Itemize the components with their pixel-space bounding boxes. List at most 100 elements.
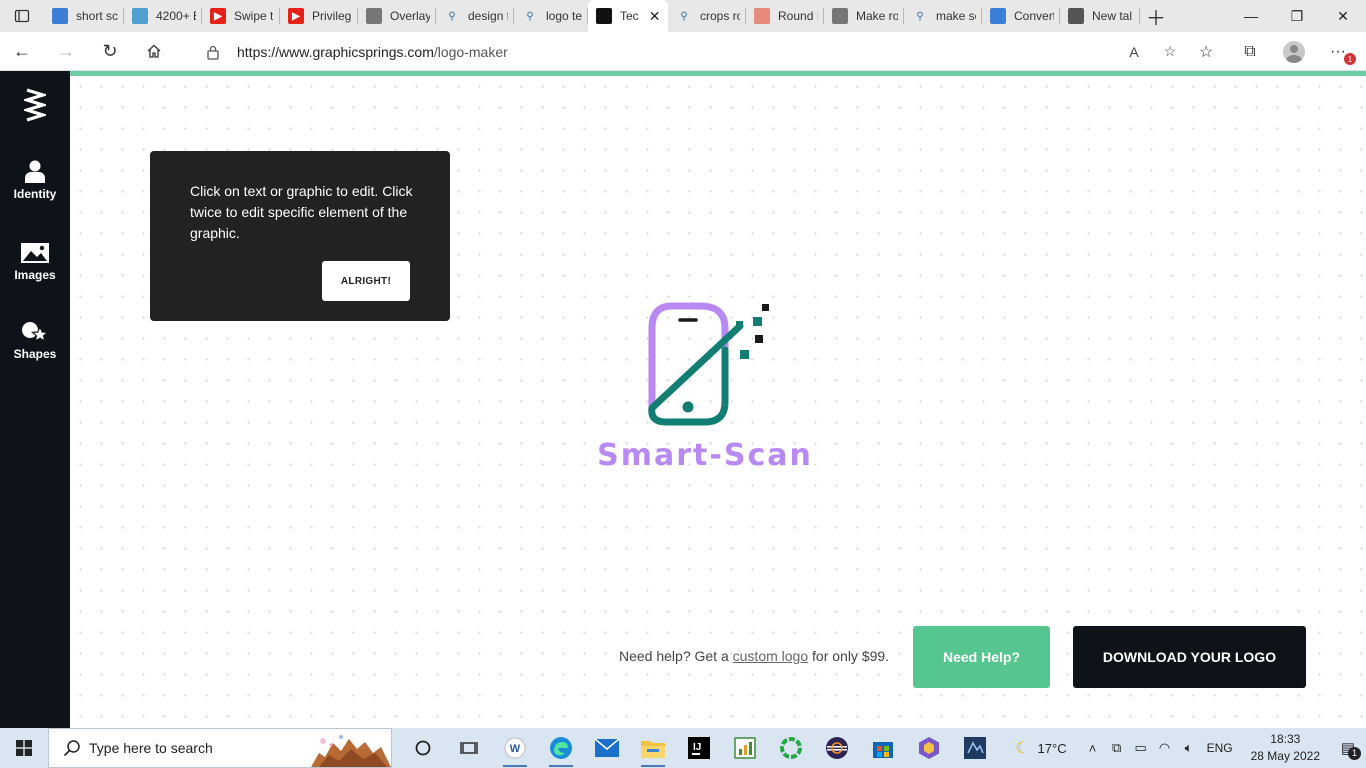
settings-menu-button[interactable]: ··· 1 (1316, 32, 1360, 71)
browser-tab-strip: short sc 4200+ E ▶ Swipe t ▶ Privileg Overlay ⚲… (0, 0, 1366, 32)
person-icon (25, 160, 45, 183)
green-ring-app-icon (780, 737, 802, 759)
action-center-badge: 1 (1348, 747, 1361, 760)
browser-tab[interactable]: ▶ Privileg (280, 0, 358, 32)
logo-name-text[interactable]: Smart-Scan (560, 438, 850, 473)
collections-icon: ⧉ (1244, 42, 1256, 60)
favorites-button[interactable]: ☆ (1184, 32, 1228, 71)
custom-logo-link[interactable]: custom logo (733, 648, 808, 664)
wifi-icon[interactable]: ◠ (1153, 740, 1177, 756)
browser-tab[interactable]: Round I (746, 0, 824, 32)
avatar (1283, 40, 1305, 63)
bing-icon (52, 8, 68, 24)
clock[interactable]: 18:33 28 May 2022 (1251, 731, 1320, 765)
word-app-icon: W (504, 737, 526, 759)
forward-button[interactable]: → (44, 32, 88, 71)
windows-taskbar: Type here to search W IJ ☾ 17°C ˄ ⧉ ▭ ◠ … (0, 728, 1366, 768)
browser-tab[interactable]: Overlay (358, 0, 436, 32)
pixel (736, 321, 743, 328)
taskbar-app-edge[interactable] (538, 728, 584, 768)
browser-tab[interactable]: ⚲ design t (436, 0, 514, 32)
language-indicator[interactable]: ENG (1207, 741, 1233, 755)
profile-button[interactable] (1272, 32, 1316, 71)
folder-icon (641, 741, 665, 758)
volume-icon[interactable]: 🔈︎ (1177, 740, 1201, 756)
refresh-icon: ↻ (102, 40, 118, 61)
taskbar-app-blue[interactable] (952, 728, 998, 768)
browser-tab[interactable]: Tec ✕ (588, 0, 668, 32)
tab-title: Privileg (312, 9, 352, 23)
taskbar-app-word[interactable]: W (492, 728, 538, 768)
url-text[interactable]: https://www.graphicsprings.com/logo-make… (237, 44, 508, 60)
browser-tab[interactable]: ▶ Swipe t (202, 0, 280, 32)
taskbar-app-refresh[interactable] (768, 728, 814, 768)
sidebar-item-shapes[interactable]: Shapes (0, 321, 70, 361)
taskbar-search-box[interactable]: Type here to search (48, 728, 392, 768)
browser-tab[interactable]: Make ro (824, 0, 904, 32)
browser-tab[interactable]: ⚲ make sc (904, 0, 982, 32)
io-icon (366, 8, 382, 24)
url-host: https://www.graphicsprings.com (237, 43, 434, 60)
download-logo-button[interactable]: DOWNLOAD YOUR LOGO (1073, 626, 1306, 688)
browser-tab[interactable]: ⚲ logo te (514, 0, 588, 32)
sidebar-item-identity[interactable]: Identity (0, 159, 70, 201)
tab-actions-button[interactable] (0, 0, 44, 32)
chevron-up-icon[interactable]: ˄ (1081, 741, 1105, 756)
tab-title: Tec (620, 9, 639, 23)
sidebar-item-images[interactable]: Images (0, 242, 70, 282)
read-aloud-icon[interactable]: A (1116, 44, 1152, 60)
tab-title: logo te (546, 9, 582, 23)
battery-icon[interactable]: ▭ (1129, 740, 1153, 756)
graphicsprings-icon (596, 8, 612, 24)
home-button[interactable] (132, 32, 176, 71)
taskbar-app-spreadsheet[interactable] (722, 728, 768, 768)
action-center-button[interactable]: ▤ 1 (1330, 739, 1366, 760)
editor-tip-popup: Click on text or graphic to edit. Click … (150, 151, 450, 321)
new-tab-button[interactable]: ＋ (1140, 0, 1172, 32)
minimize-button[interactable]: ― (1228, 0, 1274, 32)
pixel (740, 350, 749, 359)
tab-actions-icon (14, 9, 30, 23)
arrow-left-icon: ← (13, 40, 31, 61)
collections-button[interactable]: ⧉ (1228, 32, 1272, 71)
close-window-button[interactable]: ✕ (1320, 0, 1366, 32)
tab-title: 4200+ E (156, 9, 196, 23)
back-button[interactable]: ← (0, 32, 44, 71)
browser-tab[interactable]: ⚲ crops ro (668, 0, 746, 32)
browser-tab[interactable]: New tal (1060, 0, 1140, 32)
svg-text:IJ: IJ (693, 742, 701, 753)
refresh-button[interactable]: ↻ (88, 32, 132, 71)
phone-outline-teal (648, 322, 744, 426)
search-icon: ⚲ (916, 10, 924, 22)
task-view-icon-button[interactable] (446, 728, 492, 768)
weather-temperature: 17°C (1037, 740, 1067, 756)
alright-button[interactable]: ALRIGHT! (322, 261, 410, 301)
moon-icon: ☾ (1015, 740, 1030, 757)
start-button[interactable] (0, 728, 48, 768)
task-view-button[interactable] (400, 728, 446, 768)
window-controls: ― ❐ ✕ (1228, 0, 1366, 32)
tab-title: make sc (936, 9, 976, 23)
weather-widget[interactable]: ☾ 17°C (1015, 738, 1066, 758)
task-view-icon (460, 742, 478, 754)
browser-tab[interactable]: Convert (982, 0, 1060, 32)
meet-now-icon[interactable]: ⧉ (1105, 740, 1129, 756)
address-bar[interactable]: https://www.graphicsprings.com/logo-make… (188, 36, 1188, 67)
graphicsprings-logo-icon[interactable] (24, 87, 46, 123)
browser-tab[interactable]: short sc (44, 0, 124, 32)
help-suffix: for only $99. (812, 648, 890, 664)
taskbar-app-eclipse[interactable] (814, 728, 860, 768)
taskbar-app-store[interactable] (860, 728, 906, 768)
taskbar-app-intellij[interactable]: IJ (676, 728, 722, 768)
logo-graphic[interactable] (640, 298, 780, 433)
taskbar-app-mail[interactable] (584, 728, 630, 768)
taskbar-app-file-explorer[interactable] (630, 728, 676, 768)
taskbar-app-hexagon[interactable] (906, 728, 952, 768)
restore-button[interactable]: ❐ (1274, 0, 1320, 32)
close-tab-icon[interactable]: ✕ (649, 8, 661, 25)
home-icon (147, 44, 161, 58)
add-favorite-icon[interactable]: ☆ (1152, 43, 1188, 60)
browser-tab[interactable]: 4200+ E (124, 0, 202, 32)
shapes-icon (22, 322, 49, 343)
need-help-button[interactable]: Need Help? (913, 626, 1050, 688)
